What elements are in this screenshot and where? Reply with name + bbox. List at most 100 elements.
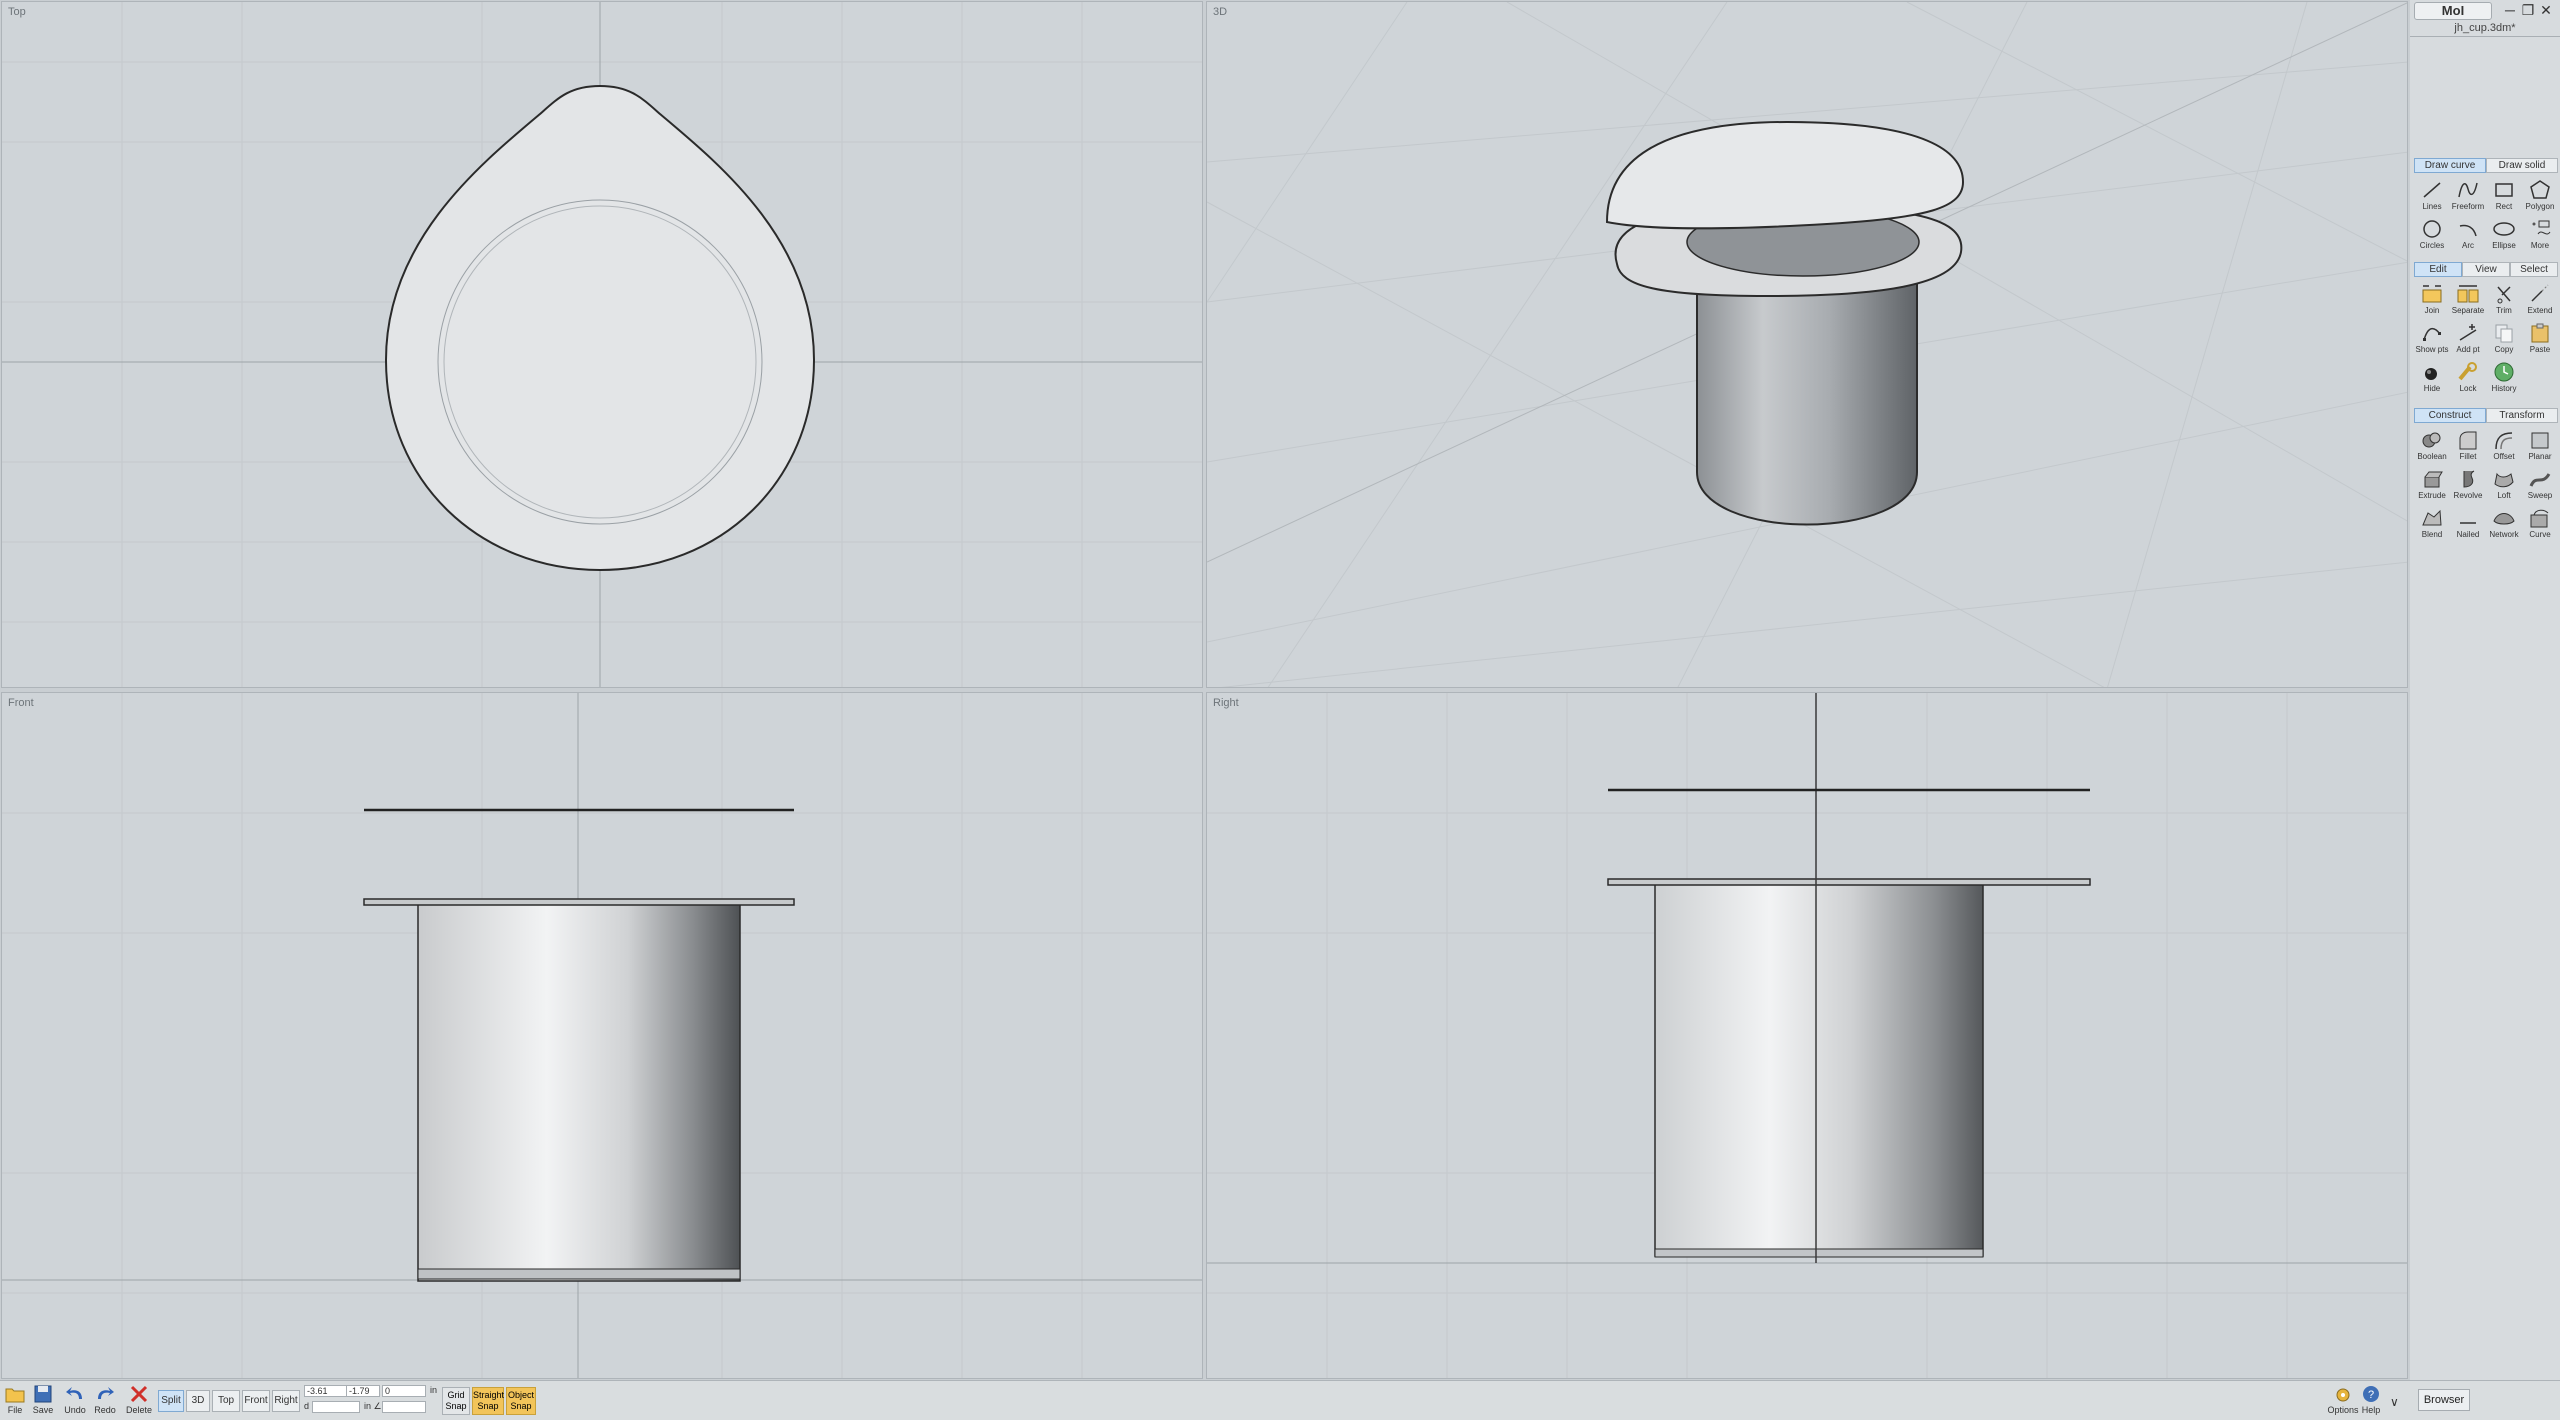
viewport-3d[interactable]: 3D (1206, 1, 2408, 688)
tab-transform[interactable]: Transform (2486, 408, 2558, 423)
show-pts-button[interactable]: Show pts (2414, 319, 2450, 358)
paste-button[interactable]: Paste (2522, 319, 2558, 358)
hide-button[interactable]: Hide (2414, 358, 2450, 397)
planar-button[interactable]: Planar (2522, 426, 2558, 465)
tab-draw-solid[interactable]: Draw solid (2486, 158, 2558, 173)
tab-draw-curve[interactable]: Draw curve (2414, 158, 2486, 173)
file-button[interactable]: File (0, 1383, 30, 1419)
circle-icon (2423, 220, 2441, 238)
offset-icon (2495, 432, 2513, 450)
history-button[interactable]: History (2486, 358, 2522, 397)
curve-button[interactable]: Curve (2522, 504, 2558, 543)
arc-button[interactable]: Arc (2450, 215, 2486, 254)
sweep-icon (2529, 473, 2551, 487)
boolean-button[interactable]: Boolean (2414, 426, 2450, 465)
viewport-label-front: Front (8, 697, 34, 709)
lock-button[interactable]: Lock (2450, 358, 2486, 397)
freeform-button[interactable]: Freeform (2450, 176, 2486, 215)
distance-field[interactable] (312, 1401, 360, 1413)
sweep-button[interactable]: Sweep (2522, 465, 2558, 504)
coord-z-field[interactable]: 0 (382, 1385, 426, 1397)
app-title: MoI (2414, 2, 2492, 20)
angle-field[interactable] (382, 1401, 426, 1413)
polygon-icon (2530, 180, 2550, 199)
view-front-button[interactable]: Front (242, 1390, 270, 1412)
freeform-icon (2458, 182, 2478, 198)
copy-icon (2495, 324, 2513, 343)
maximize-icon[interactable]: ❐ (2520, 2, 2536, 18)
polygon-button[interactable]: Polygon (2522, 176, 2558, 215)
add-pt-button[interactable]: Add pt (2450, 319, 2486, 358)
extrude-icon (2424, 471, 2443, 488)
browser-button[interactable]: Browser (2418, 1389, 2470, 1411)
redo-button[interactable]: Redo (90, 1383, 120, 1419)
lock-icon (2458, 362, 2477, 381)
nailed-button[interactable]: Nailed (2450, 504, 2486, 543)
viewport-front[interactable]: Front (1, 692, 1203, 1379)
tab-view[interactable]: View (2462, 262, 2510, 277)
ellipse-button[interactable]: Ellipse (2486, 215, 2522, 254)
trim-button[interactable]: Trim (2486, 280, 2522, 319)
tab-select[interactable]: Select (2510, 262, 2558, 277)
help-button[interactable]: ? Help (2356, 1383, 2386, 1419)
save-button[interactable]: Save (28, 1383, 58, 1419)
view-top-button[interactable]: Top (212, 1390, 240, 1412)
distance-unit: in ∠ (364, 1401, 382, 1411)
distance-label: d (304, 1401, 310, 1411)
viewport-right[interactable]: Right (1206, 692, 2408, 1379)
rect-button[interactable]: Rect (2486, 176, 2522, 215)
object-snap-button[interactable]: Object Snap (506, 1387, 536, 1415)
fillet-button[interactable]: Fillet (2450, 426, 2486, 465)
boolean-icon (2422, 432, 2441, 448)
more-button[interactable]: More (2522, 215, 2558, 254)
options-button[interactable]: Options (2327, 1383, 2359, 1419)
moi-app: Top 3D Front Right MoI ─ ❐ ✕ jh_cup.3dm*… (0, 0, 2560, 1420)
extend-icon (2531, 284, 2549, 302)
close-icon[interactable]: ✕ (2538, 2, 2554, 18)
circles-button[interactable]: Circles (2414, 215, 2450, 254)
lines-button[interactable]: Lines (2414, 176, 2450, 215)
svg-text:?: ? (2368, 1389, 2374, 1401)
help-question-icon: ? (2363, 1386, 2379, 1402)
redo-arrow-icon (98, 1387, 114, 1399)
undo-button[interactable]: Undo (60, 1383, 90, 1419)
extrude-button[interactable]: Extrude (2414, 465, 2450, 504)
curve-tools-icon (2530, 509, 2549, 528)
straight-snap-button[interactable]: Straight Snap (472, 1387, 504, 1415)
view-right-button[interactable]: Right (272, 1390, 300, 1412)
construct-tabs: Construct Transform (2414, 408, 2558, 423)
hide-icon (2425, 368, 2437, 380)
rectangle-icon (2495, 183, 2513, 197)
tab-edit[interactable]: Edit (2414, 262, 2462, 277)
separate-icon (2457, 285, 2479, 303)
blend-button[interactable]: Blend (2414, 504, 2450, 543)
view-3d-button[interactable]: 3D (186, 1390, 210, 1412)
perspective-view-canvas (1207, 2, 2407, 687)
folder-icon (5, 1388, 25, 1403)
paste-icon (2531, 323, 2549, 343)
coord-y-field[interactable]: -1.79 (346, 1385, 380, 1397)
extend-button[interactable]: Extend (2522, 280, 2558, 319)
minimize-icon[interactable]: ─ (2502, 2, 2518, 18)
viewport-label-top: Top (8, 6, 26, 18)
offset-button[interactable]: Offset (2486, 426, 2522, 465)
arc-icon (2459, 224, 2477, 237)
view-split-button[interactable]: Split (158, 1390, 184, 1412)
viewport-top[interactable]: Top (1, 1, 1203, 688)
edit-tabs: Edit View Select (2414, 262, 2558, 277)
join-button[interactable]: Join (2414, 280, 2450, 319)
revolve-button[interactable]: Revolve (2450, 465, 2486, 504)
loft-icon (2494, 472, 2514, 488)
delete-button[interactable]: Delete (124, 1383, 154, 1419)
loft-button[interactable]: Loft (2486, 465, 2522, 504)
copy-button[interactable]: Copy (2486, 319, 2522, 358)
tab-construct[interactable]: Construct (2414, 408, 2486, 423)
network-button[interactable]: Network (2486, 504, 2522, 543)
grid-snap-button[interactable]: Grid Snap (442, 1387, 470, 1415)
line-icon (2423, 182, 2441, 198)
chevron-down-icon[interactable]: ∨ (2390, 1395, 2399, 1409)
separate-button[interactable]: Separate (2450, 280, 2486, 319)
cup-lid-outline (384, 84, 816, 572)
draw-tools: Lines Freeform Rect Polygon Circles Arc … (2414, 176, 2558, 254)
coord-x-field[interactable]: -3.61 (304, 1385, 348, 1397)
